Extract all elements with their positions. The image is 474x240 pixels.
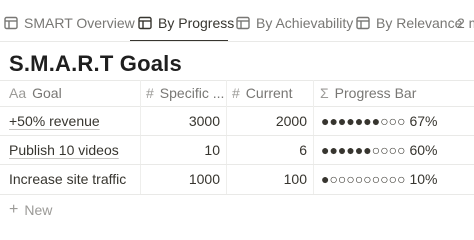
tab-by-progress[interactable]: By Progress bbox=[138, 13, 234, 33]
table-icon bbox=[356, 16, 370, 30]
goal-cell[interactable]: +50% revenue bbox=[9, 111, 100, 131]
page-title: S.M.A.R.T Goals bbox=[9, 51, 182, 76]
header-top-border bbox=[0, 80, 474, 81]
progress-bar-cell[interactable]: ●○○○○○○○○○ 10% bbox=[321, 169, 437, 189]
current-cell[interactable]: 100 bbox=[232, 169, 307, 189]
specific-cell[interactable]: 10 bbox=[146, 140, 220, 160]
number-property-icon: # bbox=[146, 85, 154, 101]
header-bottom-border bbox=[0, 106, 474, 107]
specific-cell[interactable]: 1000 bbox=[146, 169, 220, 189]
table-icon bbox=[138, 16, 152, 30]
column-header-label: Current bbox=[245, 85, 293, 101]
goal-cell[interactable]: Publish 10 videos bbox=[9, 140, 119, 160]
new-row-label: New bbox=[24, 202, 53, 218]
current-cell[interactable]: 2000 bbox=[232, 111, 307, 131]
table-icon bbox=[4, 16, 18, 30]
column-header-specific[interactable]: # Specific ... bbox=[146, 82, 224, 104]
table-icon bbox=[236, 16, 250, 30]
column-header-label: Progress Bar bbox=[334, 85, 417, 101]
number-property-icon: # bbox=[232, 85, 240, 101]
column-header-current[interactable]: # Current bbox=[232, 82, 292, 104]
current-cell[interactable]: 6 bbox=[232, 140, 307, 160]
tab-by-relevance[interactable]: By Relevance bbox=[356, 13, 462, 33]
column-header-label: Goal bbox=[32, 85, 62, 101]
plus-icon: + bbox=[9, 201, 19, 218]
progress-bar-cell[interactable]: ●●●●●●○○○○ 60% bbox=[321, 140, 437, 160]
tab-label: By Achievability bbox=[256, 15, 354, 31]
specific-cell[interactable]: 3000 bbox=[146, 111, 220, 131]
tab-label: By Relevance bbox=[376, 15, 463, 31]
view-tabs: SMART Overview By Progress By Achievabil… bbox=[0, 0, 474, 42]
tab-more[interactable]: 2 m bbox=[457, 13, 474, 33]
add-row-button[interactable]: + New bbox=[9, 200, 52, 220]
progress-bar-cell[interactable]: ●●●●●●●○○○ 67% bbox=[321, 111, 437, 131]
tab-smart-overview[interactable]: SMART Overview bbox=[4, 13, 135, 33]
column-header-progress-bar[interactable]: Σ Progress Bar bbox=[320, 82, 416, 104]
column-header-label: Specific ... bbox=[159, 85, 225, 101]
text-property-icon: Aa bbox=[9, 85, 27, 101]
tab-label: SMART Overview bbox=[24, 15, 135, 31]
goal-cell[interactable]: Increase site traffic bbox=[9, 169, 126, 189]
tab-by-achievability[interactable]: By Achievability bbox=[236, 13, 353, 33]
column-header-goal[interactable]: Aa Goal bbox=[9, 82, 62, 104]
tab-label: By Progress bbox=[158, 15, 235, 31]
tab-label: 2 m bbox=[457, 15, 474, 31]
tabbar-divider bbox=[0, 41, 474, 42]
formula-property-icon: Σ bbox=[320, 85, 329, 101]
